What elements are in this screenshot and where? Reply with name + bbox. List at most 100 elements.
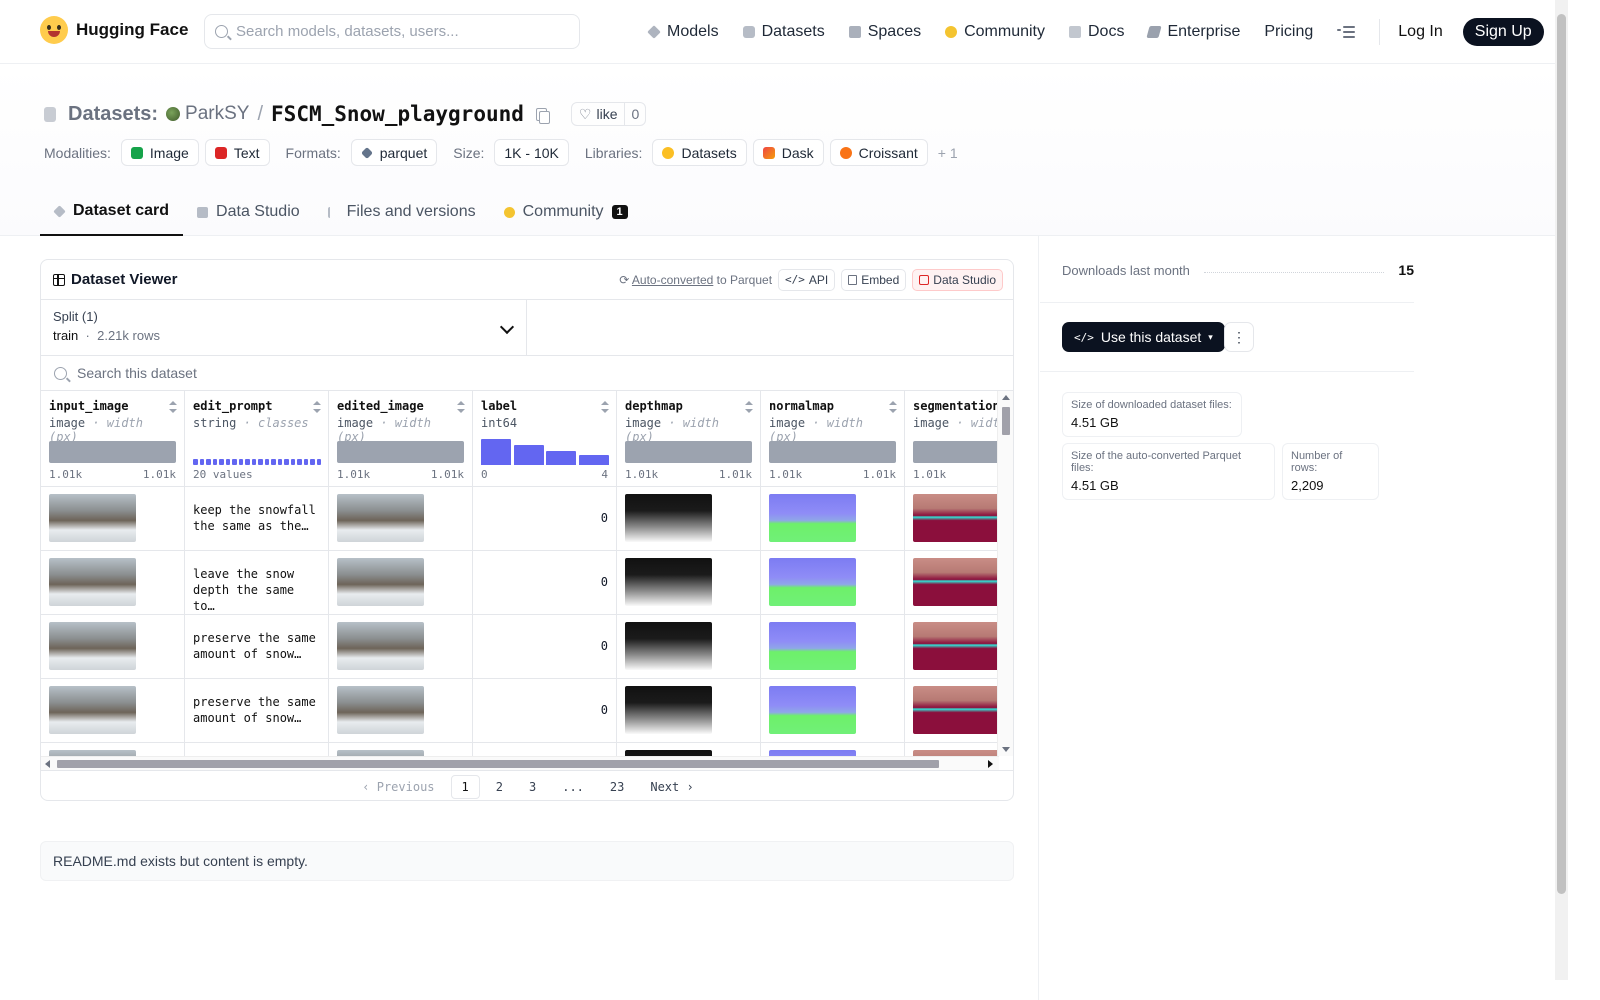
- tag-library-croissant[interactable]: Croissant: [829, 139, 928, 166]
- sort-icon[interactable]: [889, 401, 897, 413]
- image-thumbnail[interactable]: [49, 686, 136, 734]
- global-search-input[interactable]: [236, 23, 556, 40]
- table-cell[interactable]: 0: [473, 615, 616, 679]
- image-thumbnail[interactable]: [625, 558, 712, 606]
- table-cell[interactable]: [761, 487, 904, 551]
- table-cell[interactable]: [473, 743, 616, 756]
- table-cell[interactable]: [329, 679, 472, 743]
- image-thumbnail[interactable]: [49, 558, 136, 606]
- scroll-right-icon[interactable]: [988, 760, 993, 768]
- tab-files-and-versions[interactable]: Files and versions: [314, 188, 490, 236]
- table-cell[interactable]: preserve the same amount of snow…: [185, 615, 328, 679]
- global-search[interactable]: [204, 14, 580, 49]
- owner-link[interactable]: ParkSY: [166, 103, 249, 125]
- table-cell[interactable]: [905, 743, 999, 756]
- column-header[interactable]: edit_prompt string · classes 20 values: [185, 391, 328, 487]
- table-cell[interactable]: [617, 487, 760, 551]
- copy-icon[interactable]: [535, 107, 550, 124]
- table-cell[interactable]: [41, 487, 184, 551]
- label-histogram-bar[interactable]: [513, 445, 544, 465]
- table-cell[interactable]: keep the snowfall the same as the…: [185, 487, 328, 551]
- page-3-button[interactable]: 3: [519, 776, 546, 798]
- image-thumbnail[interactable]: [625, 686, 712, 734]
- table-cell[interactable]: [329, 615, 472, 679]
- table-cell[interactable]: [617, 679, 760, 743]
- api-button[interactable]: </> API: [778, 268, 836, 291]
- column-header[interactable]: segmentationm image · width 1.01k: [905, 391, 999, 487]
- signup-button[interactable]: Sign Up: [1462, 18, 1544, 46]
- image-thumbnail[interactable]: [769, 558, 856, 606]
- image-thumbnail[interactable]: [913, 686, 999, 734]
- brand-logo[interactable]: Hugging Face: [40, 16, 188, 44]
- table-cell[interactable]: [761, 679, 904, 743]
- image-thumbnail[interactable]: [49, 494, 136, 542]
- use-this-dataset-button[interactable]: </> Use this dataset ▾: [1062, 322, 1225, 352]
- nav-community[interactable]: Community: [945, 18, 1045, 46]
- embed-button[interactable]: Embed: [841, 268, 907, 291]
- dataset-search-input[interactable]: [77, 365, 677, 381]
- table-cell[interactable]: [617, 615, 760, 679]
- table-cell[interactable]: [905, 551, 999, 615]
- table-cell[interactable]: [185, 743, 328, 756]
- nav-enterprise[interactable]: Enterprise: [1146, 18, 1240, 46]
- image-thumbnail[interactable]: [625, 494, 712, 542]
- tag-library-dask[interactable]: Dask: [752, 139, 824, 166]
- column-header[interactable]: label int64 04: [473, 391, 616, 487]
- scrollbar-thumb[interactable]: [1002, 407, 1010, 435]
- tag-modality-image[interactable]: Image: [120, 139, 199, 166]
- image-thumbnail[interactable]: [769, 494, 856, 542]
- nav-docs[interactable]: Docs: [1069, 18, 1124, 46]
- breadcrumb-label[interactable]: Datasets:: [68, 103, 158, 126]
- sort-icon[interactable]: [457, 401, 465, 413]
- scroll-left-icon[interactable]: [45, 760, 50, 768]
- image-thumbnail[interactable]: [49, 622, 136, 670]
- tab-data-studio[interactable]: Data Studio: [183, 188, 314, 236]
- page-2-button[interactable]: 2: [486, 776, 513, 798]
- dataset-search[interactable]: [41, 356, 1013, 391]
- more-options-button[interactable]: ⋮: [1224, 322, 1254, 352]
- dataset-name[interactable]: FSCM_Snow_playground: [271, 102, 524, 126]
- more-menu-icon[interactable]: [1337, 26, 1356, 38]
- table-cell[interactable]: 0: [473, 487, 616, 551]
- table-cell[interactable]: [905, 615, 999, 679]
- sort-icon[interactable]: [745, 401, 753, 413]
- column-header[interactable]: edited_image image · width (px) 1.01k 1.0…: [329, 391, 472, 487]
- table-cell[interactable]: [761, 743, 904, 756]
- table-vertical-scrollbar[interactable]: [997, 391, 1013, 756]
- image-thumbnail[interactable]: [337, 494, 424, 542]
- tab-community[interactable]: Community 1: [490, 188, 642, 236]
- scrollbar-thumb[interactable]: [57, 760, 939, 768]
- table-cell[interactable]: leave the snow depth the same to…: [185, 551, 328, 615]
- table-cell[interactable]: [761, 551, 904, 615]
- tag-format-parquet[interactable]: parquet: [350, 139, 438, 166]
- data-studio-button[interactable]: Data Studio: [912, 268, 1003, 291]
- tag-library-datasets[interactable]: Datasets: [652, 139, 747, 166]
- image-thumbnail[interactable]: [769, 622, 856, 670]
- table-cell[interactable]: [41, 743, 184, 756]
- table-cell[interactable]: [41, 679, 184, 743]
- column-header[interactable]: depthmap image · width (px) 1.01k 1.01k: [617, 391, 760, 487]
- tab-dataset-card[interactable]: Dataset card: [40, 188, 184, 236]
- page-23-button[interactable]: 23: [600, 776, 634, 798]
- image-thumbnail[interactable]: [337, 686, 424, 734]
- sort-icon[interactable]: [313, 401, 321, 413]
- table-cell[interactable]: [617, 743, 760, 756]
- image-thumbnail[interactable]: [337, 622, 424, 670]
- table-cell[interactable]: 0: [473, 551, 616, 615]
- label-histogram-bar[interactable]: [546, 451, 577, 465]
- tag-modality-text[interactable]: Text: [204, 139, 270, 166]
- table-cell[interactable]: [617, 551, 760, 615]
- nav-pricing[interactable]: Pricing: [1264, 18, 1313, 46]
- table-cell[interactable]: [905, 679, 999, 743]
- split-selector[interactable]: Split (1) train · 2.21k rows: [41, 300, 527, 355]
- label-histogram-bar[interactable]: [481, 439, 511, 465]
- nav-spaces[interactable]: Spaces: [848, 18, 921, 46]
- table-cell[interactable]: [329, 743, 472, 756]
- nav-models[interactable]: Models: [647, 18, 719, 46]
- scrollbar-thumb[interactable]: [1557, 14, 1566, 894]
- sort-icon[interactable]: [601, 401, 609, 413]
- table-cell[interactable]: [329, 551, 472, 615]
- scroll-down-icon[interactable]: [1002, 747, 1010, 752]
- table-cell[interactable]: preserve the same amount of snow…: [185, 679, 328, 743]
- nav-datasets[interactable]: Datasets: [742, 18, 825, 46]
